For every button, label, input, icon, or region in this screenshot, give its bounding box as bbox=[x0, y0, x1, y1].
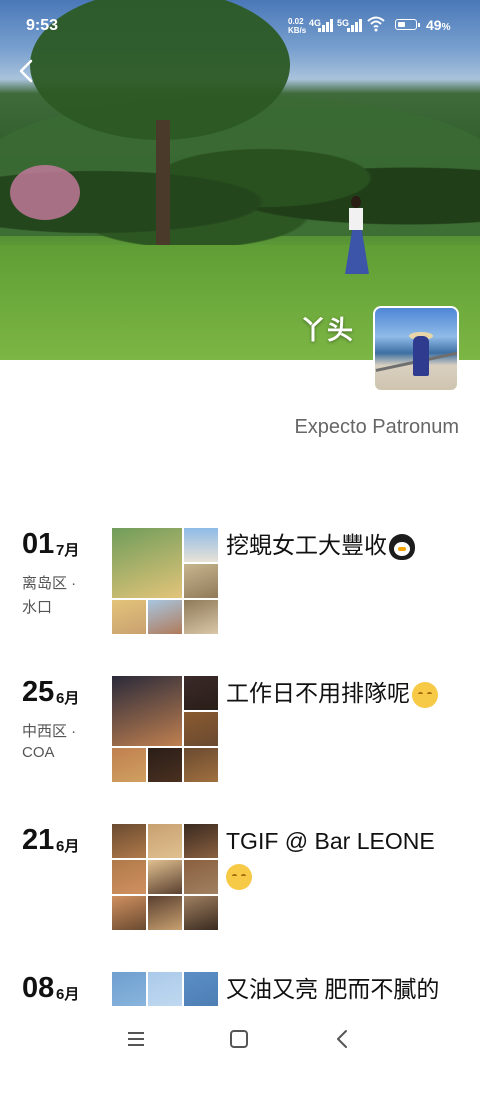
pink-tree bbox=[10, 165, 80, 220]
entry-caption-text: 挖蜆女工大豐收 bbox=[226, 532, 387, 558]
entry-day: 08 bbox=[22, 972, 55, 1004]
entry-month: 6月 bbox=[56, 690, 80, 707]
photo-thumbnail[interactable] bbox=[184, 896, 218, 930]
photo-thumbnail[interactable] bbox=[112, 748, 146, 782]
entry-day: 01 bbox=[22, 528, 55, 560]
signal-bars-icon bbox=[318, 18, 338, 32]
photo-thumbnail[interactable] bbox=[112, 676, 182, 746]
entry-day: 21 bbox=[22, 824, 55, 856]
entry-day: 25 bbox=[22, 676, 55, 708]
battery-icon bbox=[395, 19, 420, 30]
system-nav-bar bbox=[0, 1012, 480, 1066]
photo-thumbnail[interactable] bbox=[112, 860, 146, 894]
photo-thumbnail[interactable] bbox=[112, 600, 146, 634]
photo-thumbnail[interactable] bbox=[112, 972, 146, 1006]
battery-percent: 49% bbox=[426, 17, 450, 33]
entry-location-detail: COA bbox=[22, 744, 55, 761]
entry-caption-text: TGIF @ Bar LEONE bbox=[226, 828, 435, 854]
relieved-face-icon bbox=[412, 681, 438, 708]
battery-fill bbox=[398, 22, 405, 27]
photo-thumbnail[interactable] bbox=[184, 748, 218, 782]
photo-thumbnail[interactable] bbox=[112, 528, 182, 598]
photo-thumbnail[interactable] bbox=[148, 824, 182, 858]
photo-grid[interactable] bbox=[112, 824, 218, 930]
timeline-entry[interactable]: 25 6月中西区 · COA 工作日不用排隊呢 bbox=[0, 676, 480, 806]
entry-location: 中西区 · bbox=[22, 723, 77, 740]
timeline-entry[interactable]: 01 7月离岛区 · 水口 挖蜆女工大豐收 bbox=[0, 528, 480, 658]
home-square-icon[interactable] bbox=[227, 1028, 251, 1050]
photo-thumbnail[interactable] bbox=[148, 860, 182, 894]
photo-thumbnail[interactable] bbox=[112, 824, 146, 858]
photo-thumbnail[interactable] bbox=[112, 896, 146, 930]
profile-name: 丫头 bbox=[300, 315, 355, 345]
entry-location: 离岛区 · bbox=[22, 575, 77, 592]
net-speed-unit: KB/s bbox=[288, 26, 307, 35]
back-chevron-icon[interactable] bbox=[331, 1028, 355, 1050]
photo-thumbnail[interactable] bbox=[184, 600, 218, 634]
entry-month: 6月 bbox=[56, 838, 80, 855]
net-speed-value: 0.02 bbox=[288, 17, 304, 26]
photo-thumbnail[interactable] bbox=[184, 712, 218, 746]
entry-caption[interactable]: 又油又亮 肥而不膩的 bbox=[226, 972, 466, 1006]
photo-thumbnail[interactable] bbox=[184, 564, 218, 598]
wifi-icon bbox=[367, 16, 385, 32]
photo-thumbnail[interactable] bbox=[184, 860, 218, 894]
photo-thumbnail[interactable] bbox=[148, 748, 182, 782]
profile-signature: Expecto Patronum bbox=[294, 416, 459, 438]
photo-thumbnail[interactable] bbox=[148, 600, 182, 634]
entry-location-detail: 水口 bbox=[22, 599, 53, 616]
person-figure bbox=[345, 196, 369, 278]
net-speed: 0.02 KB/s bbox=[288, 17, 306, 35]
battery-percent-suffix: % bbox=[441, 22, 451, 33]
photo-grid[interactable] bbox=[112, 676, 218, 782]
battery-percent-value: 49 bbox=[426, 17, 442, 33]
entry-caption-text: 工作日不用排隊呢 bbox=[226, 680, 410, 706]
entry-month: 7月 bbox=[56, 542, 80, 559]
photo-thumbnail[interactable] bbox=[184, 824, 218, 858]
status-bar: 9:53 0.02 KB/s 4G 5G 49% bbox=[0, 0, 480, 52]
entry-caption[interactable]: TGIF @ Bar LEONE bbox=[226, 824, 466, 892]
photo-thumbnail[interactable] bbox=[184, 676, 218, 710]
back-arrow-icon[interactable] bbox=[16, 58, 38, 84]
entry-caption-text: 又油又亮 肥而不膩的 bbox=[226, 976, 440, 1002]
timeline-entry[interactable]: 21 6月 TGIF @ Bar LEONE bbox=[0, 824, 480, 954]
photo-thumbnail[interactable] bbox=[148, 896, 182, 930]
signal-bars-icon-2 bbox=[347, 18, 367, 32]
penguin-icon bbox=[389, 533, 415, 560]
photo-thumbnail[interactable] bbox=[148, 972, 182, 1006]
menu-icon[interactable] bbox=[124, 1028, 148, 1050]
status-time: 9:53 bbox=[26, 17, 59, 34]
relieved-face-icon bbox=[226, 863, 252, 890]
entry-caption[interactable]: 工作日不用排隊呢 bbox=[226, 676, 466, 710]
entry-month: 6月 bbox=[56, 986, 80, 1003]
avatar[interactable] bbox=[373, 306, 459, 392]
entry-caption[interactable]: 挖蜆女工大豐收 bbox=[226, 528, 466, 562]
photo-grid[interactable] bbox=[112, 528, 218, 634]
photo-thumbnail[interactable] bbox=[184, 528, 218, 562]
photo-thumbnail[interactable] bbox=[184, 972, 218, 1006]
